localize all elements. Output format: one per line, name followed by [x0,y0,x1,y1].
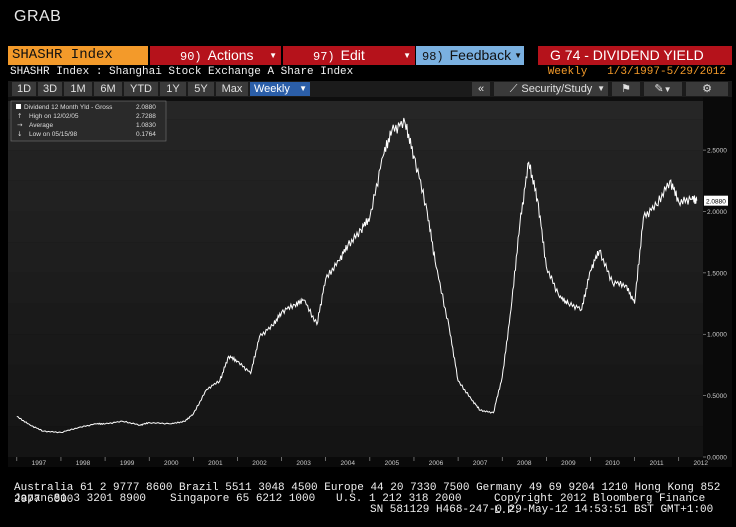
grid-band [8,180,703,212]
x-tick-label: 2004 [341,460,356,467]
y-tick-label: 0.0000 [707,455,727,462]
footer-japan: Japan 81 3 3201 8900 [14,493,147,505]
tab-3d[interactable]: 3D [38,82,62,96]
tab-6m[interactable]: 6M [94,82,122,96]
tab-1y[interactable]: 1Y [160,82,186,96]
x-tick-label: 2007 [473,460,488,467]
security-description: SHASHR Index : Shanghai Stock Exchange A… [10,66,354,78]
feedback-label: Feedback [449,47,512,63]
gear-icon: ⚙ [702,83,712,95]
tab-1m[interactable]: 1M [64,82,92,96]
grid-band [8,150,703,181]
annotate-button[interactable]: ⚑ [612,82,640,96]
legend-average-value: 1.0830 [136,122,156,129]
tab-ytd[interactable]: YTD [124,82,158,96]
y-tick-label: 1.0000 [707,332,727,339]
frequency-text: Weekly [547,66,588,78]
x-tick-label: 1999 [120,460,135,467]
settings-button[interactable]: ⚙ [686,82,728,96]
y-tick-label: 1.5000 [707,270,727,277]
grid-band [8,364,703,396]
grid-band [8,426,703,457]
y-tick-label: 0.5000 [707,393,727,400]
actions-label: Actions [207,47,254,63]
chevron-down-icon: ▼ [597,84,605,93]
security-study-button[interactable]: ⟋ Security/Study ▼ [494,82,608,96]
x-tick-label: 2005 [385,460,400,467]
frequency-select-label: Weekly [254,83,290,95]
grid-band [8,272,703,304]
average-marker-icon: → [17,121,23,129]
x-tick-label: 2010 [605,460,620,467]
tab-1d[interactable]: 1D [12,82,36,96]
low-marker-icon: ↓ [17,130,22,138]
edit-code: 97) [313,50,335,64]
dividend-yield-chart[interactable]: 1997 1998 1999 2000 2001 2002 2003 2004 2005 2006… [8,97,732,467]
security-study-label: Security/Study [521,83,593,95]
x-tick-label: 2002 [252,460,267,467]
footer-singapore: Singapore 65 6212 1000 [170,493,316,505]
ticker-field[interactable]: SHASHR Index [8,46,148,65]
frequency-select[interactable]: Weekly ▼ [250,82,310,96]
chevron-down-icon: ▼ [663,85,672,94]
chevron-down-icon: ▼ [403,51,411,60]
feedback-code: 98) [422,50,444,64]
y-tick-label: 2.0000 [707,209,727,216]
actions-code: 90) [180,50,202,64]
y-tick-label: 2.5000 [707,148,727,155]
window-title: GRAB [14,8,62,25]
legend-low-label: Low on 05/15/98 [29,131,77,138]
x-tick-label: 1997 [32,460,47,467]
chevron-down-icon: ▼ [514,51,522,60]
last-value-label: 2.0880 [706,199,726,206]
x-tick-label: 2003 [296,460,311,467]
x-axis-panel [8,457,703,467]
pencil-icon: ✎ [654,83,664,95]
date-range: Weekly 1/3/1997-5/29/2012 [548,66,726,78]
edit-button[interactable]: 97) Edit ▼ [283,46,415,65]
x-tick-label: 2001 [208,460,223,467]
legend-low-value: 0.1764 [136,131,156,138]
high-marker-icon: ↑ [17,112,22,120]
actions-button[interactable]: 90) Actions ▼ [150,46,281,65]
grid-band [8,303,703,335]
draw-button[interactable]: ✎▼ [644,82,682,96]
chevron-down-icon: ▼ [269,51,277,60]
chart-toolbar: 1D 3D 1M 6M YTD 1Y 5Y Max Weekly ▼ « ⟋ Se… [8,81,732,97]
legend-swatch [16,104,21,109]
grid-band [8,242,703,273]
footer-session-info: SN 581129 H468-247-0 29-May-12 14:53:51 … [370,504,714,516]
x-tick-label: 2000 [164,460,179,467]
x-tick-label: 2006 [429,460,444,467]
function-title: G 74 - DIVIDEND YIELD [538,46,732,65]
x-tick-label: 2008 [517,460,532,467]
collapse-button[interactable]: « [472,82,490,96]
date-range-text: 1/3/1997-5/29/2012 [607,66,726,78]
feedback-button[interactable]: 98) Feedback ▼ [416,46,524,65]
edit-label: Edit [340,47,365,63]
grid-band [8,334,703,365]
legend-high-label: High on 12/02/05 [29,113,79,120]
chevron-down-icon: ▼ [299,84,307,93]
legend-box: Dividend 12 Month Yld - Gross 2.0880 ↑ H… [10,100,167,142]
legend-last-value: 2.0880 [136,104,156,111]
tab-max[interactable]: Max [216,82,248,96]
grid-band [8,395,703,427]
legend-series-name: Dividend 12 Month Yld - Gross [24,104,113,111]
flag-icon: ⚑ [621,83,631,95]
x-tick-label: 2011 [650,460,664,467]
legend-high-value: 2.7288 [136,113,156,120]
x-tick-label: 1998 [76,460,91,467]
legend-average-label: Average [29,122,53,129]
tab-5y[interactable]: 5Y [188,82,214,96]
x-tick-label: 2009 [561,460,576,467]
command-bar: SHASHR Index 90) Actions ▼ 97) Edit ▼ 98) F… [8,46,732,65]
line-chart-icon: ⟋ [509,83,518,95]
